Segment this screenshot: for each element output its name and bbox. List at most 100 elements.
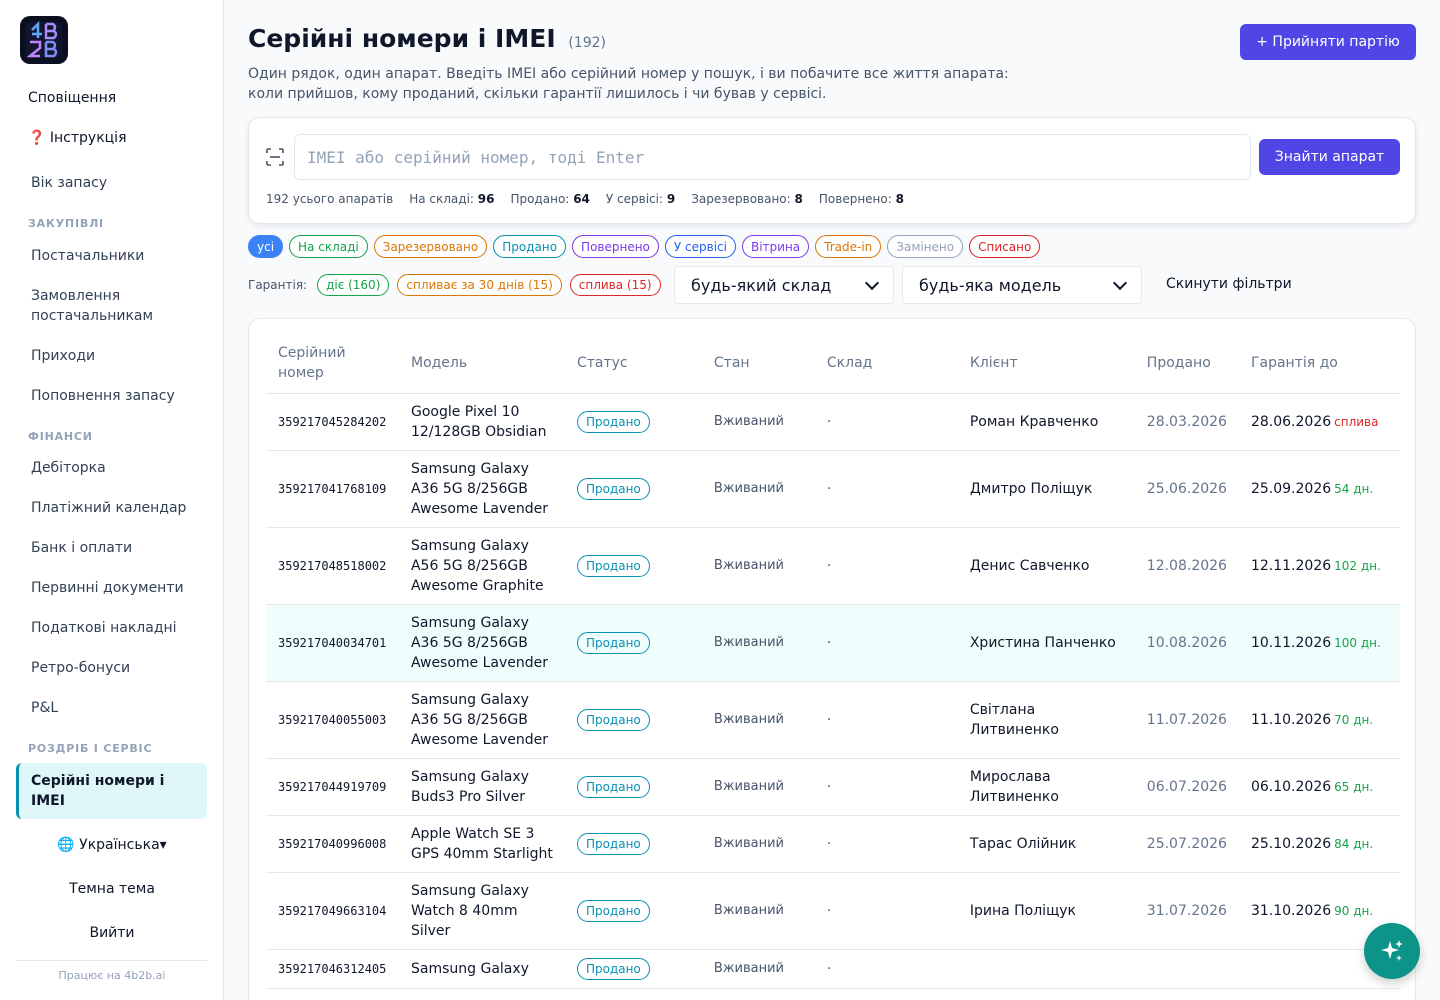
status-chip[interactable]: усі — [248, 235, 284, 258]
col-warehouse[interactable]: Склад — [814, 333, 958, 394]
model-select-value: будь-яка модель — [919, 275, 1062, 295]
table-row[interactable]: 359217041768109 Samsung Galaxy A36 5G 8/2… — [266, 450, 1400, 528]
table-row[interactable]: 359217049663104 Samsung Galaxy Watch 8 40… — [266, 872, 1400, 950]
table-row[interactable]: 359217040055003 Samsung Galaxy A36 5G 8/2… — [266, 681, 1400, 759]
status-badge: Продано — [576, 478, 650, 500]
status-chip[interactable]: Вітрина — [741, 235, 810, 258]
cell-sold: 25.06.2026 — [1134, 450, 1239, 528]
nav-retro-bonuses[interactable]: Ретро-бонуси — [16, 658, 207, 678]
status-chip[interactable]: Списано — [969, 235, 1041, 258]
page-subtitle: Один рядок, один апарат. Введіть IMEI аб… — [248, 64, 1048, 104]
imei-search-input[interactable] — [294, 134, 1251, 180]
page-title-text: Серійні номери і IMEI — [248, 24, 556, 53]
ai-assistant-button[interactable] — [1364, 923, 1420, 979]
cell-serial[interactable]: 359217045284202 — [266, 393, 399, 451]
page-title-count: (192) — [568, 35, 606, 51]
cell-condition: Вживаний — [701, 872, 815, 950]
nav-tax-invoices[interactable]: Податкові накладні — [16, 618, 207, 638]
nav-receipts[interactable]: Приходи — [16, 346, 207, 366]
warranty-chip[interactable]: сплива (15) — [569, 274, 661, 296]
status-chip[interactable]: Повернено — [572, 235, 659, 258]
status-chip[interactable]: На складі — [289, 235, 368, 258]
table-row[interactable]: 359217046312405 Samsung Galaxy Продано Вжив… — [266, 949, 1400, 989]
cell-condition: Вживаний — [701, 681, 815, 759]
cell-warehouse: · — [814, 604, 958, 682]
status-badge: Продано — [576, 958, 650, 980]
nav-notifications[interactable]: Сповіщення — [16, 88, 207, 108]
status-chip[interactable]: Замінено — [887, 235, 964, 258]
cell-serial[interactable]: 359217044919709 — [266, 758, 399, 816]
model-select[interactable]: будь-яка модель — [902, 266, 1142, 304]
warranty-chip[interactable]: діє (160) — [317, 274, 390, 296]
table-row[interactable]: 359217044919709 Samsung Galaxy Buds3 Pro … — [266, 758, 1400, 816]
warehouse-select[interactable]: будь-який склад — [674, 266, 894, 304]
warranty-date: 28.06.2026 — [1250, 414, 1332, 430]
reset-filters-button[interactable]: Скинути фільтри — [1166, 276, 1292, 292]
logout-button[interactable]: Вийти — [0, 925, 224, 941]
col-sold[interactable]: Продано — [1134, 333, 1239, 394]
cell-model: Google Pixel 10 12/128GB Obsidian — [398, 393, 565, 451]
status-badge: Продано — [576, 900, 650, 922]
app-logo[interactable] — [20, 16, 68, 64]
nav-payment-calendar[interactable]: Платіжний календар — [16, 498, 207, 518]
col-condition[interactable]: Стан — [701, 333, 815, 394]
dark-theme-toggle[interactable]: Темна тема — [0, 881, 224, 897]
nav-documents[interactable]: Первинні документи — [16, 578, 207, 598]
nav-serials-active[interactable]: Серійні номери і IMEI — [16, 763, 207, 819]
col-status[interactable]: Статус — [564, 333, 702, 394]
powered-by[interactable]: Працює на 4b2b.ai — [0, 969, 224, 982]
nav-receivables[interactable]: Дебіторка — [16, 458, 207, 478]
cell-sold — [1134, 949, 1239, 989]
status-chip[interactable]: У сервісі — [664, 235, 736, 258]
cell-serial[interactable]: 359217040055003 — [266, 681, 399, 759]
cell-status: Продано — [564, 604, 702, 682]
cell-serial[interactable]: 359217048518002 — [266, 527, 399, 605]
status-chip[interactable]: Trade-in — [815, 235, 882, 258]
cell-serial[interactable]: 359217041768109 — [266, 450, 399, 528]
nav-supplier-orders[interactable]: Замовлення постачальникам — [16, 286, 186, 326]
stat-total: 192 усього апаратів — [266, 192, 394, 206]
col-client[interactable]: Клієнт — [957, 333, 1135, 394]
nav-suppliers[interactable]: Постачальники — [16, 246, 207, 266]
table-body: 359217045284202 Google Pixel 10 12/128GB … — [266, 393, 1400, 989]
scan-icon[interactable] — [265, 147, 285, 167]
find-device-button[interactable]: Знайти апарат — [1259, 139, 1400, 175]
nav-pnl[interactable]: P&L — [16, 698, 207, 718]
cell-status: Продано — [564, 815, 702, 873]
table-row[interactable]: 359217040034701 Samsung Galaxy A36 5G 8/2… — [266, 604, 1400, 682]
table-row[interactable]: 359217045284202 Google Pixel 10 12/128GB … — [266, 393, 1400, 451]
col-model[interactable]: Модель — [398, 333, 565, 394]
col-warranty[interactable]: Гарантія до — [1238, 333, 1400, 394]
nav-bank[interactable]: Банк і оплати — [16, 538, 207, 558]
cell-model: Samsung Galaxy Buds3 Pro Silver — [398, 758, 565, 816]
cell-sold: 12.08.2026 — [1134, 527, 1239, 605]
warranty-chip[interactable]: спливає за 30 днів (15) — [397, 274, 562, 296]
status-chip[interactable]: Зарезервовано — [373, 235, 488, 258]
cell-model: Apple Watch SE 3 GPS 40mm Starlight — [398, 815, 565, 873]
sparkles-icon — [1381, 940, 1403, 961]
cell-serial[interactable]: 359217046312405 — [266, 949, 399, 989]
table-row[interactable]: 359217040996008 Apple Watch SE 3 GPS 40mm… — [266, 815, 1400, 873]
nav-stock-age[interactable]: Вік запасу — [16, 173, 207, 193]
section-finance: ФІНАНСИ — [28, 430, 93, 443]
nav-replenishment[interactable]: Поповнення запасу — [16, 386, 207, 406]
warranty-note: 90 дн. — [1334, 904, 1374, 918]
nav-instructions[interactable]: ❓ Інструкція — [16, 128, 207, 148]
warranty-note: 54 дн. — [1334, 482, 1374, 496]
status-chip[interactable]: Продано — [493, 235, 567, 258]
col-serial[interactable]: Серійний номер — [266, 333, 399, 394]
table-row[interactable]: 359217048518002 Samsung Galaxy A56 5G 8/2… — [266, 527, 1400, 605]
cell-warranty: 28.06.2026 сплива — [1238, 393, 1400, 451]
cell-warehouse: · — [814, 450, 958, 528]
cell-serial[interactable]: 359217040034701 — [266, 604, 399, 682]
warranty-note: 84 дн. — [1334, 837, 1374, 851]
language-selector[interactable]: 🌐 Українська▾ — [0, 837, 224, 853]
cell-serial[interactable]: 359217049663104 — [266, 872, 399, 950]
cell-model: Samsung Galaxy A36 5G 8/256GB Awesome La… — [398, 681, 565, 759]
accept-batch-button[interactable]: + Прийняти партію — [1240, 24, 1416, 60]
cell-warranty: 25.09.2026 54 дн. — [1238, 450, 1400, 528]
cell-condition: Вживаний — [701, 949, 815, 989]
cell-serial[interactable]: 359217040996008 — [266, 815, 399, 873]
warranty-label: Гарантія: — [248, 278, 308, 292]
status-badge: Продано — [576, 776, 650, 798]
